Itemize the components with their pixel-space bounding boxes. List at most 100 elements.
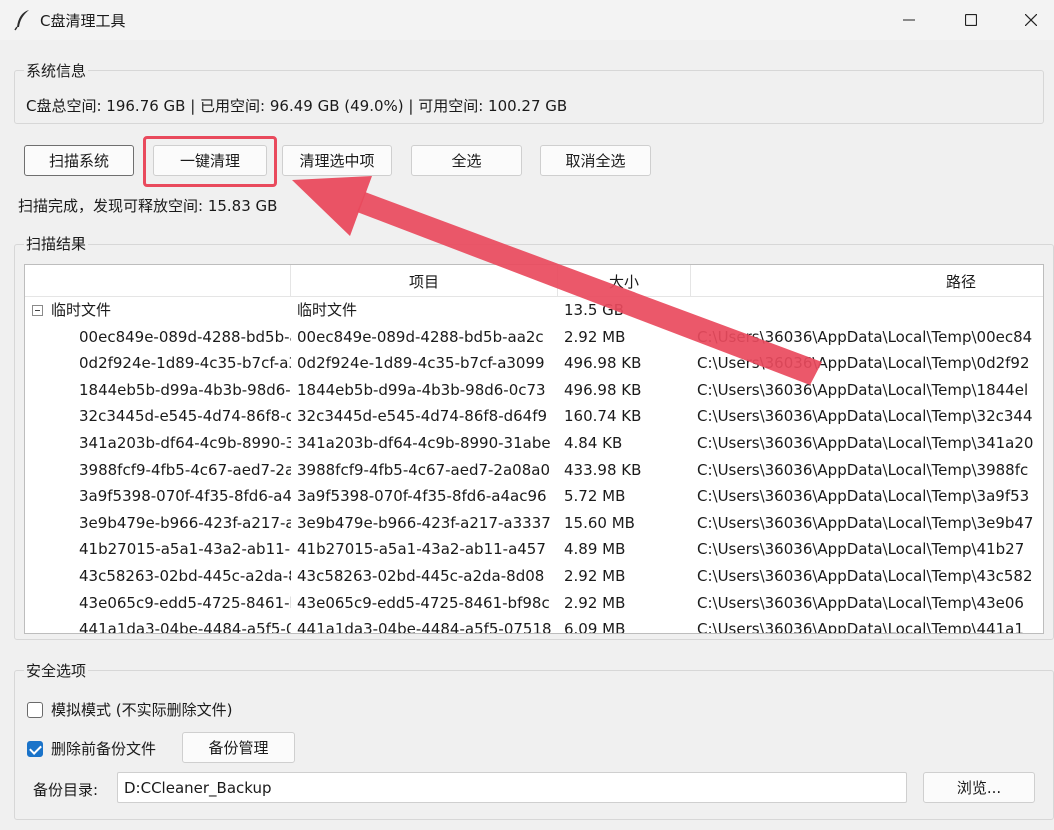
table-row[interactable]: 32c3445d-e545-4d74-86f8-d64f9 32c3445d-e… <box>25 403 1043 430</box>
row-item: 1844eb5b-d99a-4b3b-98d6-0c73 <box>297 380 546 399</box>
row-path: C:\Users\36036\AppData\Local\Temp\341a20 <box>697 434 1034 452</box>
row-name: 41b27015-a5a1-43a2-ab11-a457 <box>79 540 291 559</box>
table-row[interactable]: 341a203b-df64-4c9b-8990-31abe 341a203b-d… <box>25 430 1043 457</box>
row-path <box>697 297 1043 323</box>
row-name: 00ec849e-089d-4288-bd5b-aa2c <box>79 327 291 346</box>
backup-manage-button[interactable]: 备份管理 <box>182 732 295 763</box>
table-row[interactable]: 3e9b479e-b966-423f-a217-a3337 3e9b479e-b… <box>25 510 1043 537</box>
row-name: 1844eb5b-d99a-4b3b-98d6-0c73 <box>79 380 291 399</box>
results-label: 扫描结果 <box>24 233 89 254</box>
backup-before-delete-checkbox[interactable] <box>27 740 43 757</box>
simulate-mode-label: 模拟模式 (不实际删除文件) <box>51 701 233 719</box>
row-name: 341a203b-df64-4c9b-8990-31abe <box>79 434 291 452</box>
simulate-mode-option[interactable]: 模拟模式 (不实际删除文件) <box>27 699 232 720</box>
system-info-label: 系统信息 <box>24 60 89 81</box>
column-header-path[interactable]: 路径 <box>691 265 1043 297</box>
row-path: C:\Users\36036\AppData\Local\Temp\43c582 <box>697 567 1033 585</box>
row-item: 3a9f5398-070f-4f35-8fd6-a4ac96 <box>297 487 547 506</box>
column-header-name[interactable] <box>25 265 291 297</box>
row-item: 32c3445d-e545-4d74-86f8-d64f9 <box>297 407 548 426</box>
row-name: 441a1da3-04be-4484-a5f5-07518 <box>79 620 291 634</box>
row-item: 0d2f924e-1d89-4c35-b7cf-a3099 <box>297 354 545 373</box>
row-size: 4.89 MB <box>564 540 626 559</box>
table-row[interactable]: 3a9f5398-070f-4f35-8fd6-a4ac96 3a9f5398-… <box>25 483 1043 510</box>
row-size: 2.92 MB <box>564 567 626 585</box>
table-row[interactable]: 00ec849e-089d-4288-bd5b-aa2c 00ec849e-08… <box>25 324 1043 351</box>
row-name: 43c58263-02bd-445c-a2da-8d08 <box>79 567 291 585</box>
disk-info-text: C盘总空间: 196.76 GB | 已用空间: 96.49 GB (49.0%… <box>26 97 568 115</box>
one-click-clean-button[interactable]: 一键清理 <box>153 145 267 176</box>
backup-dir-label: 备份目录: <box>33 781 99 799</box>
tree-row-parent[interactable]: 临时文件 临时文件 13.5 GB <box>25 297 1043 324</box>
row-name: 3e9b479e-b966-423f-a217-a3337 <box>79 513 291 532</box>
row-path: C:\Users\36036\AppData\Local\Temp\441a1 <box>697 620 1024 634</box>
row-item: 临时文件 <box>297 301 358 319</box>
backup-before-delete-label: 删除前备份文件 <box>51 740 157 758</box>
close-button[interactable] <box>1008 0 1054 40</box>
clean-selected-button[interactable]: 清理选中项 <box>282 145 392 176</box>
row-path: C:\Users\36036\AppData\Local\Temp\3a9f53 <box>697 487 1030 506</box>
table-row[interactable]: 0d2f924e-1d89-4c35-b7cf-a3099 0d2f924e-1… <box>25 350 1043 377</box>
backup-dir-input[interactable] <box>117 772 907 803</box>
row-name: 0d2f924e-1d89-4c35-b7cf-a3099 <box>79 354 291 373</box>
row-size: 13.5 GB <box>564 301 625 319</box>
row-path: C:\Users\36036\AppData\Local\Temp\3988fc <box>697 460 1029 479</box>
table-row[interactable]: 441a1da3-04be-4484-a5f5-07518 441a1da3-0… <box>25 616 1043 634</box>
select-all-button[interactable]: 全选 <box>411 145 522 176</box>
row-size: 2.92 MB <box>564 593 626 612</box>
row-path: C:\Users\36036\AppData\Local\Temp\43e06 <box>697 593 1024 612</box>
scan-button[interactable]: 扫描系统 <box>24 145 134 176</box>
row-name: 3a9f5398-070f-4f35-8fd6-a4ac96 <box>79 487 291 506</box>
row-size: 6.09 MB <box>564 620 626 634</box>
results-tree[interactable]: 项目 大小 路径 临时文件 临时文件 13.5 GB 00ec849e-089d… <box>24 264 1044 634</box>
column-header-size[interactable]: 大小 <box>558 265 691 297</box>
row-item: 3e9b479e-b966-423f-a217-a3337 <box>297 513 551 532</box>
row-size: 496.98 KB <box>564 380 642 399</box>
row-path: C:\Users\36036\AppData\Local\Temp\1844el <box>697 380 1029 399</box>
tree-header: 项目 大小 路径 <box>25 265 1043 297</box>
row-size: 496.98 KB <box>564 354 642 373</box>
row-item: 341a203b-df64-4c9b-8990-31abe <box>297 434 551 452</box>
row-item: 3988fcf9-4fb5-4c67-aed7-2a08a0 <box>297 460 550 479</box>
scan-status-text: 扫描完成，发现可释放空间: 15.83 GB <box>18 197 278 215</box>
row-size: 15.60 MB <box>564 513 635 532</box>
minimize-button[interactable] <box>886 0 932 40</box>
column-header-item[interactable]: 项目 <box>291 265 558 297</box>
maximize-icon <box>965 14 977 26</box>
row-size: 160.74 KB <box>564 407 642 426</box>
safety-label: 安全选项 <box>24 660 89 681</box>
row-path: C:\Users\36036\AppData\Local\Temp\41b27 <box>697 540 1025 559</box>
row-path: C:\Users\36036\AppData\Local\Temp\0d2f92 <box>697 354 1030 373</box>
simulate-mode-checkbox[interactable] <box>27 701 43 718</box>
title-bar: C盘清理工具 <box>0 0 1054 40</box>
row-name: 43e065c9-edd5-4725-8461-bf98c <box>79 593 291 612</box>
arrow-head <box>292 176 372 236</box>
table-row[interactable]: 43c58263-02bd-445c-a2da-8d08 43c58263-02… <box>25 563 1043 590</box>
maximize-button[interactable] <box>948 0 994 40</box>
row-item: 00ec849e-089d-4288-bd5b-aa2c <box>297 327 544 346</box>
backup-before-delete-option[interactable]: 删除前备份文件 <box>27 738 156 759</box>
table-row[interactable]: 43e065c9-edd5-4725-8461-bf98c 43e065c9-e… <box>25 590 1043 617</box>
row-path: C:\Users\36036\AppData\Local\Temp\32c344 <box>697 407 1033 426</box>
row-name: 临时文件 <box>51 301 112 319</box>
feather-icon <box>14 10 29 31</box>
table-row[interactable]: 3988fcf9-4fb5-4c67-aed7-2a08a0 3988fcf9-… <box>25 457 1043 484</box>
row-item: 41b27015-a5a1-43a2-ab11-a457 <box>297 540 546 559</box>
row-name: 3988fcf9-4fb5-4c67-aed7-2a08a0 <box>79 460 291 479</box>
row-size: 4.84 KB <box>564 434 623 452</box>
row-name: 32c3445d-e545-4d74-86f8-d64f9 <box>79 407 291 426</box>
table-row[interactable]: 41b27015-a5a1-43a2-ab11-a457 41b27015-a5… <box>25 536 1043 563</box>
browse-button[interactable]: 浏览... <box>923 772 1035 803</box>
table-row[interactable]: 1844eb5b-d99a-4b3b-98d6-0c73 1844eb5b-d9… <box>25 377 1043 404</box>
close-icon <box>1025 14 1037 26</box>
row-item: 43c58263-02bd-445c-a2da-8d08 <box>297 567 545 585</box>
row-path: C:\Users\36036\AppData\Local\Temp\00ec84 <box>697 327 1033 346</box>
row-size: 5.72 MB <box>564 487 626 506</box>
window-title: C盘清理工具 <box>40 12 126 30</box>
deselect-all-button[interactable]: 取消全选 <box>540 145 651 176</box>
collapse-icon[interactable] <box>32 305 43 316</box>
minimize-icon <box>903 19 915 21</box>
row-path: C:\Users\36036\AppData\Local\Temp\3e9b47 <box>697 513 1034 532</box>
row-size: 2.92 MB <box>564 327 626 346</box>
row-item: 43e065c9-edd5-4725-8461-bf98c <box>297 593 550 612</box>
